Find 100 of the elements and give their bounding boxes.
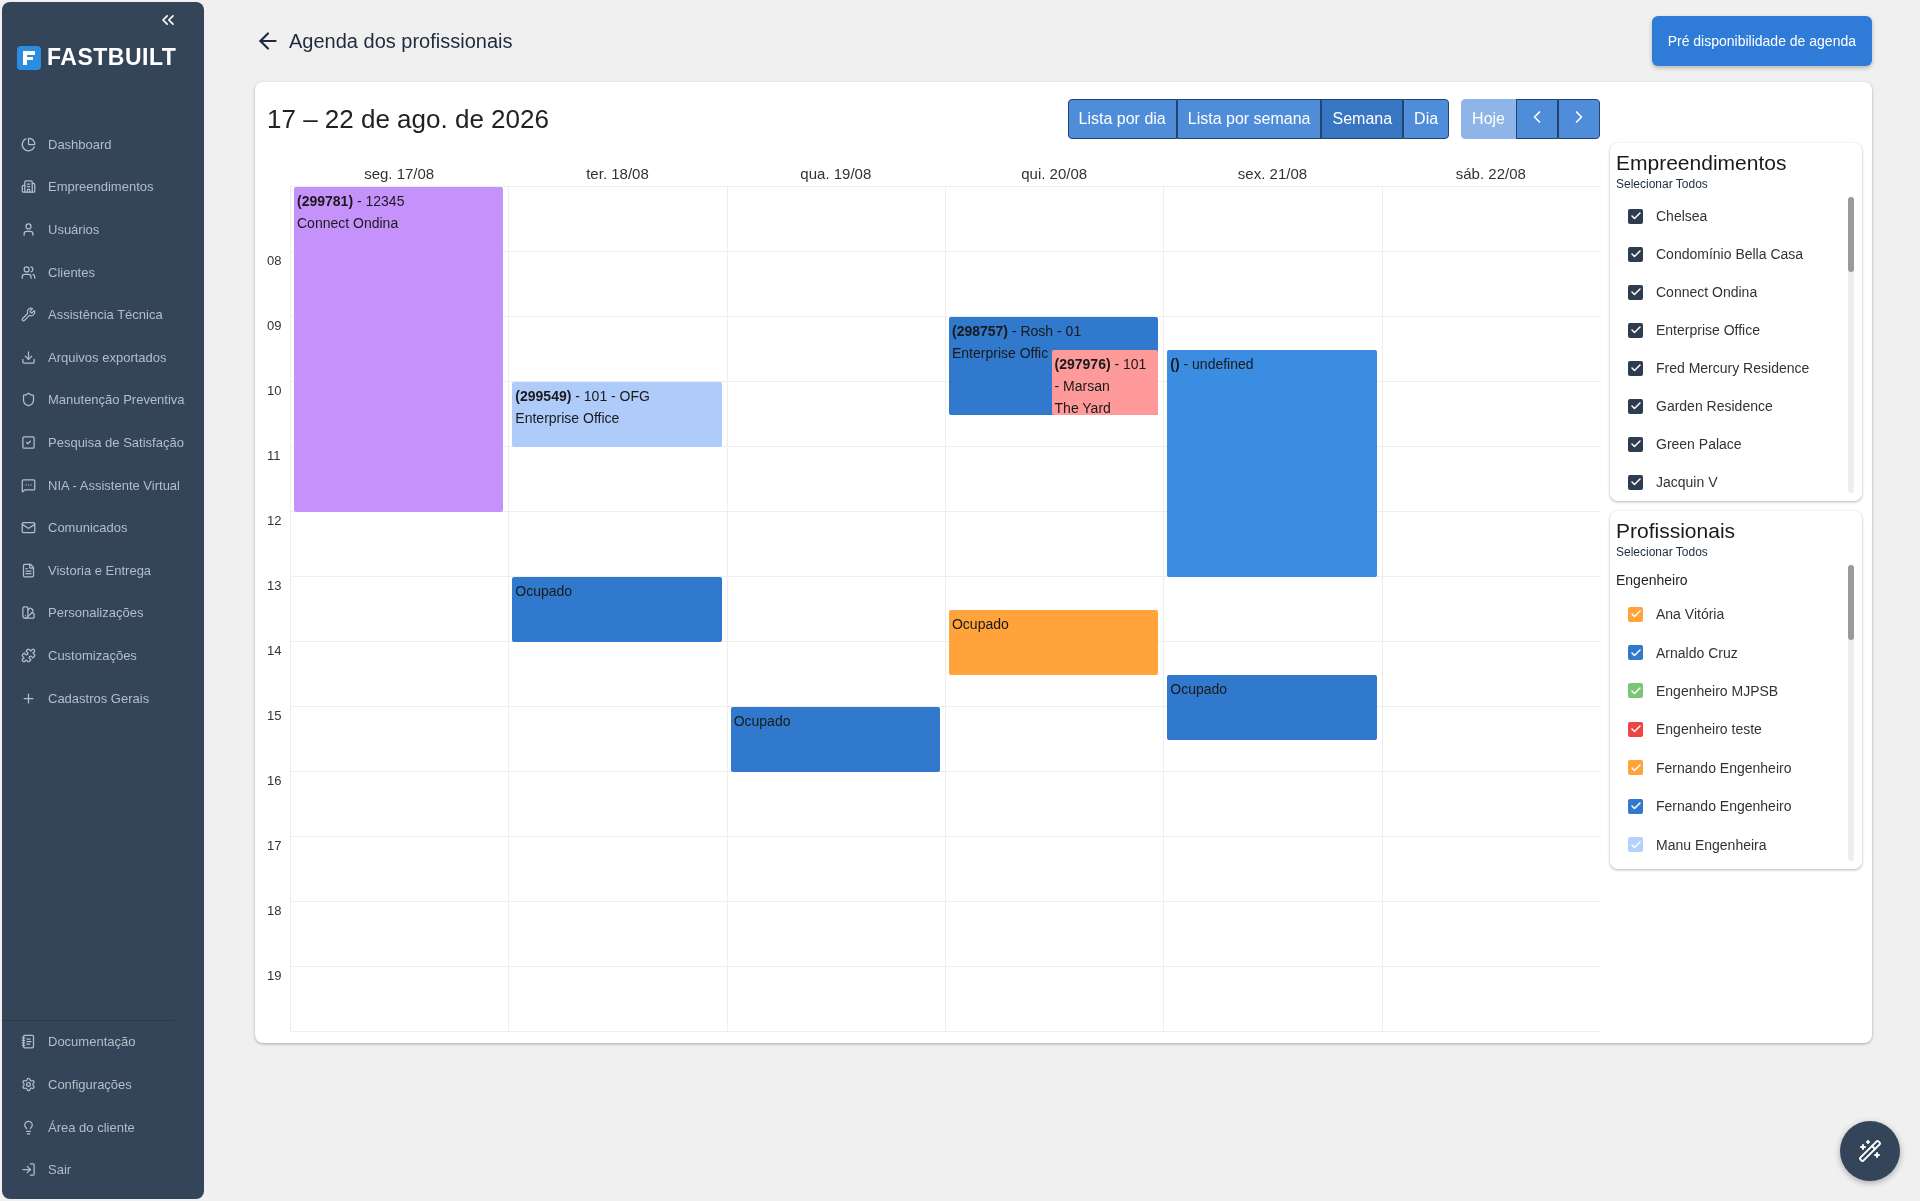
- view-tab[interactable]: Semana: [1321, 99, 1404, 139]
- event-text: - Marsan: [1054, 376, 1111, 396]
- event-text: (297976) - 101: [1054, 354, 1148, 374]
- event-text: Ocupado: [1170, 679, 1229, 699]
- nav-item[interactable]: Configurações: [2, 1063, 174, 1106]
- nav-item[interactable]: Usuários: [2, 208, 204, 251]
- nav-item[interactable]: Empreendimentos: [2, 165, 204, 209]
- settings-icon: [21, 1077, 36, 1092]
- checkbox[interactable]: [1628, 606, 1643, 622]
- nav-item[interactable]: Dashboard: [2, 123, 204, 166]
- previous-button[interactable]: [1516, 99, 1558, 139]
- filter-option[interactable]: Enterprise Office: [1616, 311, 1844, 349]
- select-all-link[interactable]: Selecionar Todos: [1616, 545, 1854, 559]
- filter-option[interactable]: Jacquin V: [1616, 463, 1844, 501]
- view-tab[interactable]: Lista por dia: [1067, 99, 1177, 139]
- lightbulb-icon: [21, 1119, 36, 1135]
- nav-item[interactable]: Comunicados: [2, 506, 204, 549]
- checkbox[interactable]: [1628, 208, 1643, 224]
- event-text: Ocupado: [515, 582, 574, 601]
- scrollbar-thumb[interactable]: [1848, 197, 1854, 272]
- availability-button[interactable]: Pré disponibilidade de agenda: [1651, 16, 1872, 66]
- nav-item[interactable]: Cadastros Gerais: [2, 676, 204, 720]
- checkbox[interactable]: [1628, 398, 1643, 414]
- nav-item[interactable]: Manutenção Preventiva: [2, 378, 204, 422]
- calendar-event[interactable]: Ocupado: [949, 609, 1159, 675]
- calendar-event[interactable]: Ocupado: [512, 577, 722, 642]
- checkbox[interactable]: [1628, 645, 1643, 661]
- hour-label: 10: [267, 383, 282, 398]
- checkbox[interactable]: [1628, 436, 1643, 452]
- checkbox[interactable]: [1628, 284, 1643, 300]
- event-text: Enterprise Office: [515, 409, 621, 428]
- select-all-link[interactable]: Selecionar Todos: [1616, 177, 1854, 191]
- calendar-event[interactable]: () - undefined: [1167, 349, 1377, 577]
- hour-label: 11: [267, 448, 281, 463]
- nav-item[interactable]: Arquivos exportados: [2, 335, 204, 379]
- shield-icon: [21, 392, 36, 408]
- next-button[interactable]: [1558, 99, 1600, 139]
- checkbox[interactable]: [1628, 760, 1643, 776]
- checkbox[interactable]: [1628, 474, 1643, 490]
- hour-label: 12: [267, 513, 282, 528]
- filter-option[interactable]: Engenheiro MJPSB: [1616, 671, 1844, 711]
- filter-option[interactable]: Manu Engenheira: [1616, 825, 1844, 864]
- calendar-event[interactable]: Ocupado: [1167, 674, 1377, 740]
- notebook-icon: [21, 1034, 36, 1050]
- puzzle-icon: [21, 647, 36, 663]
- filter-option[interactable]: Garden Residence: [1616, 387, 1844, 425]
- view-tab[interactable]: Dia: [1403, 99, 1450, 139]
- hour-label: 13: [267, 578, 282, 593]
- filter-option[interactable]: Ana Vitória: [1616, 595, 1844, 634]
- filter-option[interactable]: Engenheiro teste: [1616, 710, 1844, 749]
- plus-icon: [21, 690, 36, 706]
- checkbox[interactable]: [1628, 246, 1643, 262]
- hour-label: 17: [267, 838, 282, 853]
- view-tab[interactable]: Lista por semana: [1176, 99, 1322, 139]
- filter-option[interactable]: Condomínio Bella Casa: [1616, 235, 1844, 273]
- filter-option[interactable]: Fred Mercury Residence: [1616, 349, 1844, 387]
- magic-wand-button[interactable]: [1840, 1121, 1900, 1181]
- nav-item[interactable]: Pesquisa de Satisfação: [2, 421, 204, 464]
- checkbox[interactable]: [1628, 837, 1643, 853]
- checkbox[interactable]: [1628, 360, 1643, 376]
- filter-option[interactable]: Chelsea: [1616, 197, 1844, 235]
- nav-item[interactable]: NIA - Assistente Virtual: [2, 463, 204, 507]
- nav-item[interactable]: Área do cliente: [2, 1105, 174, 1149]
- event-text: () - undefined: [1170, 354, 1255, 374]
- nav-item[interactable]: Vistoria e Entrega: [2, 548, 204, 592]
- filter-title: Empreendimentos: [1616, 151, 1788, 175]
- hour-label: 08: [267, 253, 282, 268]
- nav-item[interactable]: Sair: [2, 1148, 174, 1191]
- checkbox[interactable]: [1628, 798, 1643, 814]
- hour-label: 15: [267, 708, 282, 723]
- event-text: (298757) - Rosh - 01: [952, 322, 1083, 341]
- calendar-event[interactable]: (299549) - 101 - OFG Enterprise Office: [512, 382, 722, 447]
- filter-option[interactable]: Green Palace: [1616, 425, 1844, 463]
- day-header: seg. 17/08: [363, 165, 436, 184]
- nav-item[interactable]: Assistência Técnica: [2, 293, 204, 336]
- calendar-event[interactable]: (298757) - Rosh - 01 Enterprise Offic (297976) - 101 - Marsan The Yard: [949, 317, 1159, 415]
- calendar-event[interactable]: Ocupado: [730, 707, 940, 772]
- logo-icon: [17, 45, 41, 70]
- scrollbar-thumb[interactable]: [1848, 565, 1854, 640]
- day-header: sáb. 22/08: [1454, 165, 1527, 184]
- date-range-title: 17 – 22 de ago. de 2026: [267, 103, 550, 135]
- filter-option[interactable]: Fernando Engenheiro: [1616, 786, 1844, 826]
- filter-option[interactable]: Connect Ondina: [1616, 273, 1844, 311]
- filter-option[interactable]: Arnaldo Cruz: [1616, 633, 1844, 672]
- nav-item[interactable]: Customizações: [2, 634, 204, 677]
- page-title: Agenda dos profissionais: [289, 29, 514, 53]
- hour-label: 14: [267, 643, 282, 658]
- nav-item[interactable]: Personalizações: [2, 591, 204, 635]
- nav-item[interactable]: Clientes: [2, 250, 204, 294]
- nav-item[interactable]: Documentação: [2, 1020, 174, 1064]
- checkbox[interactable]: [1628, 683, 1643, 699]
- calendar-event[interactable]: (297976) - 101 - Marsan The Yard: [1051, 349, 1159, 415]
- checkbox[interactable]: [1628, 322, 1643, 338]
- checkbox[interactable]: [1628, 721, 1643, 737]
- checkbox-icon: [21, 434, 36, 450]
- wand-icon: [1858, 1139, 1882, 1163]
- filter-option[interactable]: Fernando Engenheiro: [1616, 748, 1844, 787]
- calendar-event[interactable]: (299781) - 12345 Connect Ondina: [294, 187, 504, 512]
- day-header: ter. 18/08: [585, 165, 650, 184]
- group-label: Engenheiro: [1616, 571, 1689, 590]
